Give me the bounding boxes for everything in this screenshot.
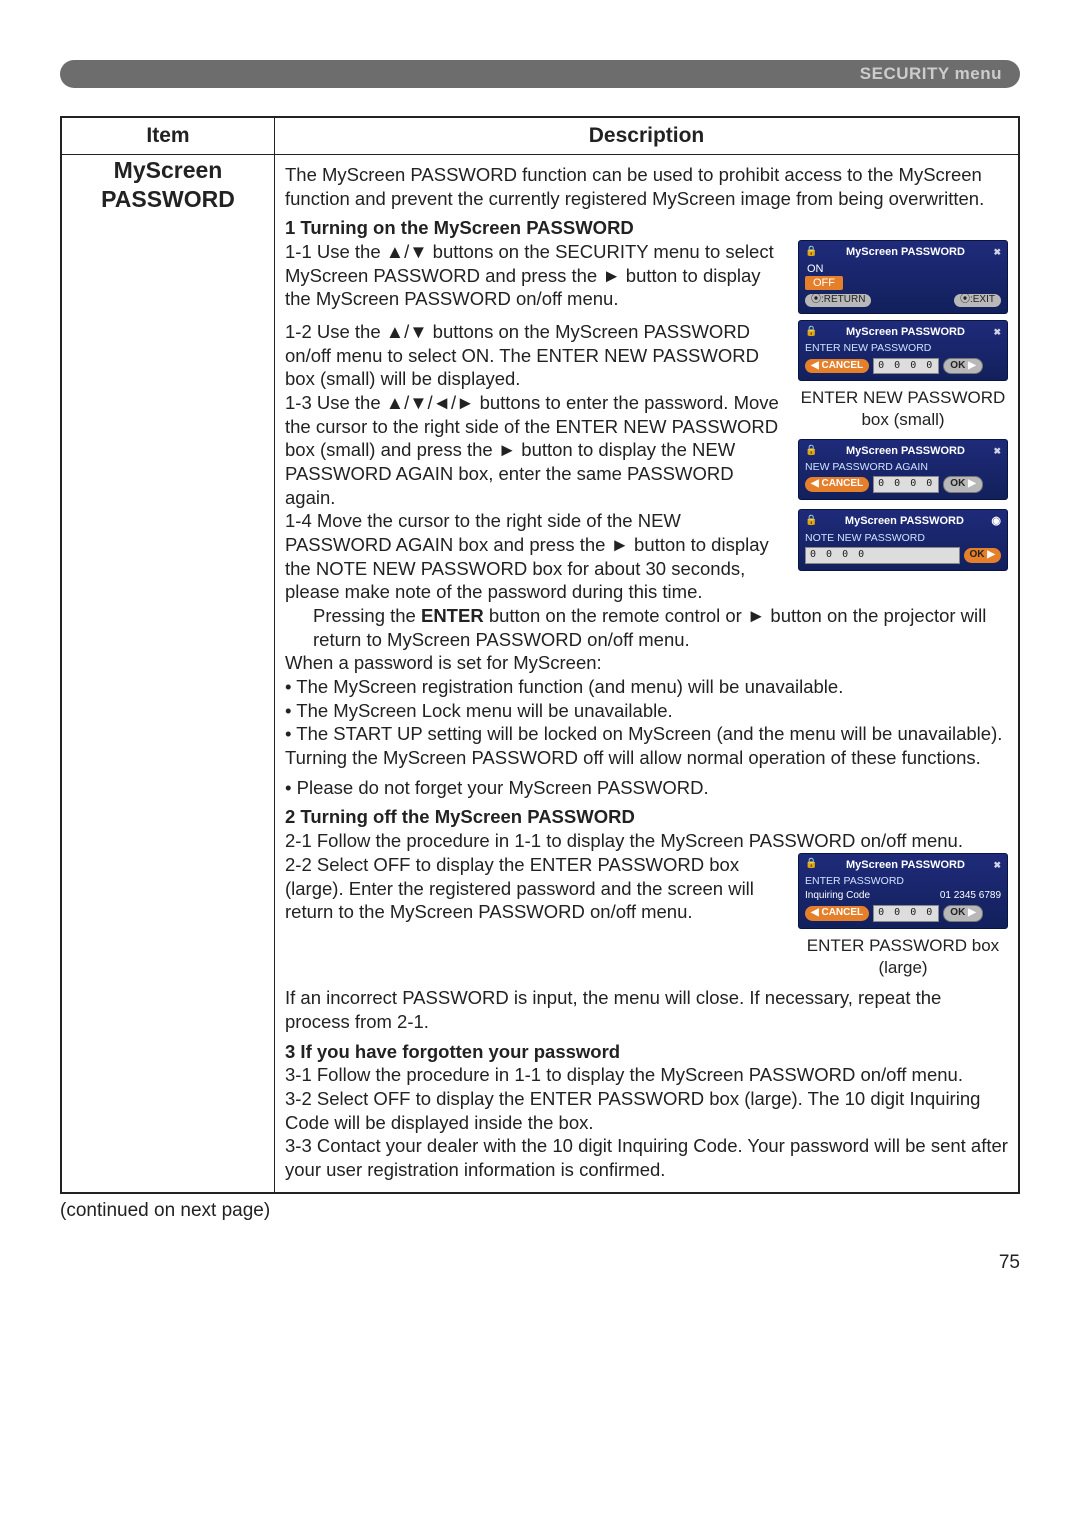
osd-inq-val: 01 2345 6789 <box>940 890 1001 903</box>
osd-opt-off: OFF <box>805 276 843 290</box>
osd-ok-btn2: OK <box>943 476 982 493</box>
step-1-2: 1-2 Use the ▲/▼ buttons on the MyScreen … <box>285 320 786 391</box>
osd-enter-new-label: ENTER NEW PASSWORD <box>805 342 1001 355</box>
off-note: Turning the MyScreen PASSWORD off will a… <box>285 746 1008 770</box>
osd-new-again-label: NEW PASSWORD AGAIN <box>805 461 1001 474</box>
when-set: When a password is set for MyScreen: <box>285 651 1008 675</box>
col-item-header: Item <box>61 117 275 155</box>
osd-enter-pw-label: ENTER PASSWORD <box>805 875 1001 888</box>
osd-digits2: 0 0 0 0 <box>873 476 939 493</box>
step-1-1: 1-1 Use the ▲/▼ buttons on the SECURITY … <box>285 240 786 311</box>
bullet2: • The MyScreen Lock menu will be unavail… <box>285 699 1008 723</box>
caption-large: ENTER PASSWORD box (large) <box>798 935 1008 979</box>
step-2-2: 2-2 Select OFF to display the ENTER PASS… <box>285 853 786 924</box>
circle-icon: ◉ <box>991 514 1001 528</box>
osd-return: ⦿:RETURN <box>805 294 871 307</box>
osd-ok-btn4: OK <box>943 905 982 922</box>
page-number: 75 <box>60 1252 1020 1274</box>
header-title: SECURITY menu <box>860 64 1002 84</box>
osd-title3: MyScreen PASSWORD <box>846 444 965 458</box>
section3-title: 3 If you have forgotten your password <box>285 1040 1008 1064</box>
step-2-1: 2-1 Follow the procedure in 1-1 to displ… <box>285 829 1008 853</box>
osd-title5: MyScreen PASSWORD <box>846 858 965 872</box>
step-1-note: Pressing the ENTER button on the remote … <box>285 604 1008 651</box>
continued-note: (continued on next page) <box>60 1200 1020 1222</box>
osd-ok-btn3: OK <box>964 548 1001 563</box>
osd-opt-on: ON <box>805 262 1001 276</box>
err-note: If an incorrect PASSWORD is input, the m… <box>285 986 1008 1033</box>
step-1-3: 1-3 Use the ▲/▼/◄/► buttons to enter the… <box>285 391 786 509</box>
close-icon <box>993 444 1001 458</box>
osd-title: MyScreen PASSWORD <box>846 245 965 259</box>
bullet1: • The MyScreen registration function (an… <box>285 675 1008 699</box>
section2-title: 2 Turning off the MyScreen PASSWORD <box>285 805 1008 829</box>
osd-enter-new: MyScreen PASSWORD ENTER NEW PASSWORD CAN… <box>798 320 1008 381</box>
caption-small: ENTER NEW PASSWORD box (small) <box>798 387 1008 431</box>
header-bar: SECURITY menu <box>60 60 1020 88</box>
osd-new-again: MyScreen PASSWORD NEW PASSWORD AGAIN CAN… <box>798 439 1008 500</box>
osd-note-new: MyScreen PASSWORD ◉ NOTE NEW PASSWORD 0 0… <box>798 509 1008 570</box>
osd-cancel-btn2: CANCEL <box>805 477 869 492</box>
osd-enter-pw-large: MyScreen PASSWORD ENTER PASSWORD Inquiri… <box>798 853 1008 929</box>
step-3-1: 3-1 Follow the procedure in 1-1 to displ… <box>285 1063 1008 1087</box>
osd-digits3: 0 0 0 0 <box>805 547 960 564</box>
settings-table: Item Description MyScreen PASSWORD The M… <box>60 116 1020 1194</box>
osd-title4: MyScreen PASSWORD <box>845 514 964 528</box>
osd-exit: ⦿:EXIT <box>954 294 1001 307</box>
section1-title: 1 Turning on the MyScreen PASSWORD <box>285 216 1008 240</box>
osd-digits4: 0 0 0 0 <box>873 905 939 922</box>
step-3-3: 3-3 Contact your dealer with the 10 digi… <box>285 1134 1008 1181</box>
intro-text: The MyScreen PASSWORD function can be us… <box>285 163 1008 210</box>
t15a: Pressing the <box>313 605 421 626</box>
close-icon <box>993 245 1001 259</box>
bullet3: • The START UP setting will be locked on… <box>285 722 1008 746</box>
osd-title2: MyScreen PASSWORD <box>846 325 965 339</box>
osd-digits: 0 0 0 0 <box>873 358 939 375</box>
col-desc-header: Description <box>275 117 1020 155</box>
step-1-4: 1-4 Move the cursor to the right side of… <box>285 509 786 604</box>
forget-note: • Please do not forget your MyScreen PAS… <box>285 776 1008 800</box>
close-icon <box>993 325 1001 339</box>
t15b: ENTER <box>421 605 484 626</box>
osd-cancel-btn3: CANCEL <box>805 906 869 921</box>
osd-onoff-menu: MyScreen PASSWORD ON OFF ⦿:RETURN ⦿:EXIT <box>798 240 1008 314</box>
osd-inq-label: Inquiring Code <box>805 890 870 903</box>
osd-note-new-label: NOTE NEW PASSWORD <box>805 532 1001 545</box>
osd-cancel-btn: CANCEL <box>805 359 869 374</box>
item-name: MyScreen PASSWORD <box>63 156 273 214</box>
osd-ok-btn: OK <box>943 358 982 375</box>
item-name-cell: MyScreen PASSWORD <box>61 155 275 1193</box>
step-3-2: 3-2 Select OFF to display the ENTER PASS… <box>285 1087 1008 1134</box>
close-icon <box>993 858 1001 872</box>
description-cell: The MyScreen PASSWORD function can be us… <box>275 155 1020 1193</box>
